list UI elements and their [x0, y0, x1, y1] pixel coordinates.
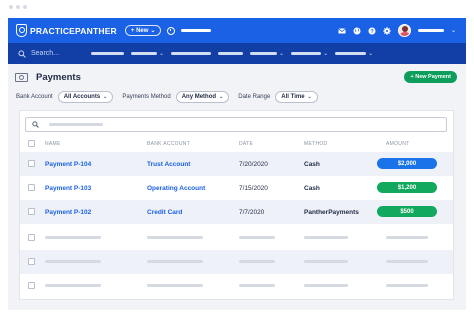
- row-checkbox: [28, 282, 35, 289]
- chevron-down-icon: ⌄: [219, 94, 224, 100]
- row-checkbox[interactable]: [28, 184, 35, 191]
- brand-logo-text: PRACTICEPANTHER: [30, 25, 117, 36]
- user-avatar[interactable]: [397, 24, 411, 37]
- new-button[interactable]: + New ⌄: [124, 25, 162, 36]
- chevron-down-icon: ⌄: [150, 28, 156, 34]
- nav-item-5[interactable]: ⌄: [250, 50, 284, 57]
- payment-method: Cash: [304, 161, 320, 168]
- payment-date: 7/15/2020: [239, 185, 268, 192]
- nav-item-3[interactable]: [171, 52, 212, 55]
- settings-icon[interactable]: [383, 26, 391, 35]
- amount-badge: $2,000: [377, 158, 437, 169]
- table-row[interactable]: Payment P-102 Credit Card 7/7/2020 Panth…: [20, 200, 453, 224]
- table-search-input[interactable]: [25, 117, 447, 132]
- page-title: Payments: [36, 72, 81, 83]
- row-checkbox: [28, 234, 35, 241]
- filter-label-payments-method: Payments Method: [122, 94, 171, 100]
- search-input[interactable]: Search...: [31, 50, 59, 57]
- column-header-bank-account[interactable]: BANK ACCOUNT: [147, 141, 190, 147]
- nav-item-4[interactable]: [218, 52, 244, 55]
- payment-method: Cash: [304, 185, 320, 192]
- row-checkbox[interactable]: [28, 160, 35, 167]
- date-range-select[interactable]: All Time ⌄: [275, 91, 318, 103]
- chevron-down-icon[interactable]: ⌄: [451, 28, 456, 34]
- column-header-date[interactable]: DATE: [239, 141, 253, 147]
- payment-date: 7/20/2020: [239, 161, 268, 168]
- window-dots: [9, 5, 27, 9]
- chevron-down-icon: ⌄: [159, 51, 165, 57]
- filter-label-bank-account: Bank Account: [16, 94, 53, 100]
- envelope-icon[interactable]: [338, 27, 346, 35]
- payment-name-link[interactable]: Payment P-103: [45, 185, 91, 192]
- amount-badge: $1,200: [377, 182, 437, 193]
- panther-logo-icon: [16, 24, 27, 37]
- table-row[interactable]: Payment P-104 Trust Account 7/20/2020 Ca…: [20, 152, 453, 176]
- main-nav: ⌄ ⌄ ⌄ ⌄: [91, 50, 373, 57]
- payments-method-select[interactable]: Any Method ⌄: [175, 91, 230, 103]
- column-header-amount[interactable]: AMOUNT: [386, 141, 409, 147]
- table-header: NAME BANK ACCOUNT DATE METHOD AMOUNT: [20, 136, 453, 151]
- placeholder-row: [20, 226, 453, 250]
- payment-name-link[interactable]: Payment P-102: [45, 209, 91, 216]
- user-name-placeholder[interactable]: [417, 29, 444, 32]
- timer-value-placeholder: [181, 29, 212, 32]
- help-icon[interactable]: ?: [368, 27, 376, 35]
- chevron-down-icon: ⌄: [368, 51, 374, 57]
- globe-icon[interactable]: [353, 27, 361, 35]
- brand-logo[interactable]: PRACTICEPANTHER: [16, 24, 117, 37]
- payment-date: 7/7/2020: [239, 209, 265, 216]
- nav-item-6[interactable]: ⌄: [291, 50, 328, 57]
- table-search-placeholder: [49, 123, 103, 126]
- chevron-down-icon: ⌄: [323, 51, 329, 57]
- chevron-down-icon: ⌄: [279, 51, 285, 57]
- table-row[interactable]: Payment P-103 Operating Account 7/15/202…: [20, 176, 453, 200]
- payment-icon: [15, 73, 28, 82]
- placeholder-row: [20, 250, 453, 274]
- payment-method: PantherPayments: [304, 209, 359, 216]
- nav-item-1[interactable]: [91, 52, 125, 55]
- nav-item-2[interactable]: ⌄: [131, 50, 164, 57]
- column-header-method[interactable]: METHOD: [304, 141, 327, 147]
- row-checkbox: [28, 258, 35, 265]
- search-icon: [32, 121, 39, 128]
- main-content: Payments + New Payment Bank Account All …: [8, 64, 466, 310]
- filter-bar: Bank Account All Accounts ⌄ Payments Met…: [16, 91, 327, 103]
- search-icon: [18, 49, 26, 58]
- amount-badge: $500: [377, 206, 437, 217]
- bank-account-link[interactable]: Credit Card: [147, 209, 182, 216]
- filter-label-date-range: Date Range: [238, 94, 271, 100]
- payments-table-card: NAME BANK ACCOUNT DATE METHOD AMOUNT Pay…: [19, 110, 454, 300]
- new-button-label: + New: [130, 27, 149, 34]
- payment-name-link[interactable]: Payment P-104: [45, 161, 91, 168]
- select-all-checkbox[interactable]: [28, 140, 35, 147]
- date-range-select-value: All Time: [281, 94, 305, 100]
- bank-account-link[interactable]: Trust Account: [147, 161, 190, 168]
- chevron-down-icon: ⌄: [103, 94, 108, 100]
- chevron-down-icon: ⌄: [307, 94, 312, 100]
- bank-account-select-value: All Accounts: [63, 94, 101, 100]
- search-navbar: Search... ⌄ ⌄ ⌄ ⌄: [8, 43, 466, 64]
- nav-item-7[interactable]: ⌄: [335, 50, 373, 57]
- timer-icon[interactable]: [167, 26, 176, 35]
- new-payment-button[interactable]: + New Payment: [404, 71, 457, 83]
- row-checkbox[interactable]: [28, 208, 35, 215]
- bank-account-link[interactable]: Operating Account: [147, 185, 205, 192]
- bank-account-select[interactable]: All Accounts ⌄: [57, 91, 114, 103]
- placeholder-row: [20, 274, 453, 298]
- column-header-name[interactable]: NAME: [45, 141, 61, 147]
- top-navbar: PRACTICEPANTHER + New ⌄ ? ⌄: [8, 18, 466, 43]
- payments-method-select-value: Any Method: [181, 94, 217, 100]
